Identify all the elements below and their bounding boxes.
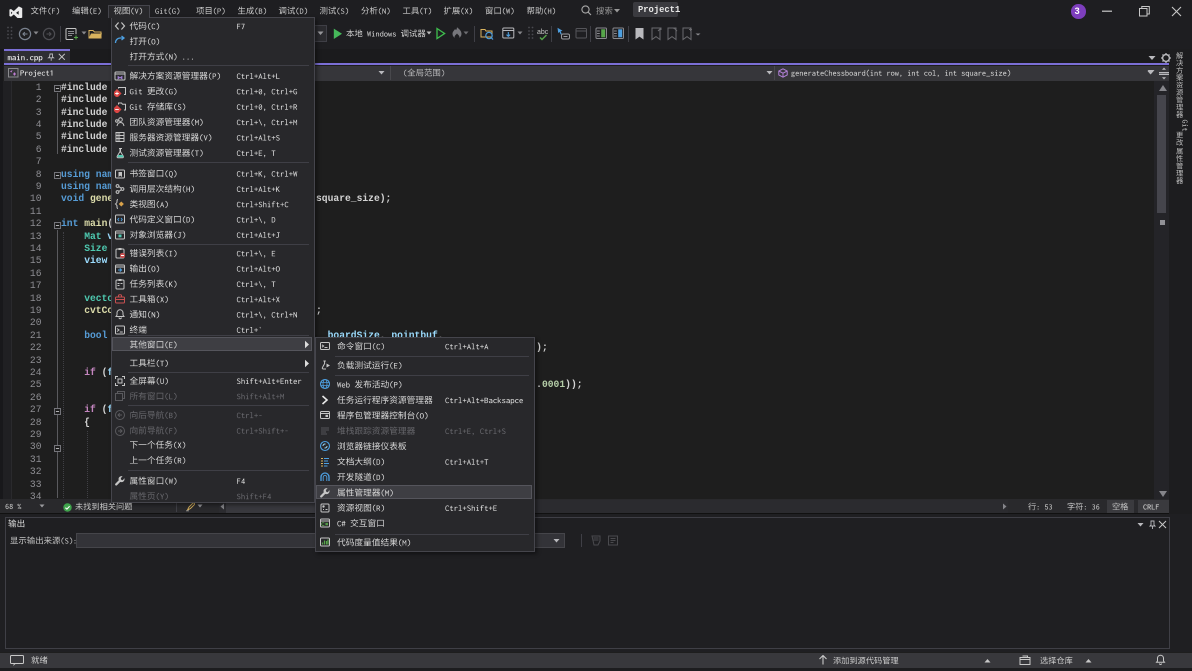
svg-text:abc: abc [537, 29, 549, 36]
